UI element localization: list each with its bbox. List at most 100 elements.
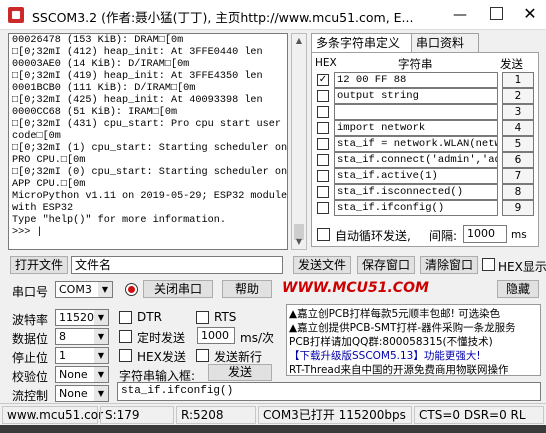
minimize-button[interactable]: — — [448, 6, 472, 24]
loop-interval-input[interactable]: 1000 — [463, 225, 507, 243]
timed-send-checkbox[interactable] — [119, 330, 132, 343]
clear-window-button[interactable]: 清除窗口 — [420, 256, 478, 274]
console-line: 00026478 (153 KiB): DRAM□[0m — [12, 35, 184, 46]
console-line: □[0;32mI (431) cpu_start: Pro cpu start … — [12, 119, 281, 130]
hex-checkbox[interactable] — [317, 202, 329, 214]
parity-select[interactable]: None ▼ — [55, 366, 109, 383]
multi-string-input[interactable] — [334, 104, 498, 120]
console-line: MicroPython v1.11 on 2019-05-29; ESP32 m… — [12, 191, 288, 202]
timed-interval-unit: ms/次 — [240, 331, 274, 345]
save-window-button[interactable]: 保存窗口 — [357, 256, 415, 274]
multi-send-button[interactable]: 5 — [502, 136, 534, 152]
hex-checkbox[interactable] — [317, 122, 329, 134]
multi-send-button[interactable]: 3 — [502, 104, 534, 120]
chevron-down-icon[interactable]: ▼ — [94, 386, 108, 401]
close-port-button[interactable]: 关闭串口 — [143, 280, 213, 298]
hex-display-checkbox[interactable] — [482, 258, 495, 271]
rts-checkbox[interactable] — [196, 311, 209, 324]
ad-link[interactable]: ▲嘉立创PCB打样每款5元顺丰包邮! 可选染色 — [289, 306, 500, 321]
scroll-up-icon[interactable]: ▲ — [292, 34, 306, 48]
ad-link[interactable]: PCB打样请加QQ群:800058315(不懂技术) — [289, 334, 493, 349]
multi-send-button[interactable]: 2 — [502, 88, 534, 104]
multi-string-input[interactable]: sta_if = network.WLAN(netwo — [334, 136, 498, 152]
multi-string-row: 3 — [314, 104, 536, 120]
console-line: □[0;32mI (412) heap_init: At 3FFE0440 le… — [12, 47, 263, 58]
auto-loop-label: 自动循环发送, — [335, 229, 411, 243]
multi-string-input[interactable]: 12 00 FF 88 — [334, 72, 498, 88]
send-input[interactable]: sta_if.ifconfig() — [117, 382, 541, 401]
port-label: 串口号 — [12, 285, 49, 299]
chevron-down-icon[interactable]: ▼ — [94, 348, 108, 363]
dtr-label: DTR — [137, 310, 162, 324]
databits-select[interactable]: 8 ▼ — [55, 328, 109, 345]
hex-checkbox[interactable] — [317, 106, 329, 118]
timed-send-label: 定时发送 — [137, 331, 186, 345]
send-button[interactable]: 发送 — [208, 364, 272, 381]
multi-string-input[interactable]: import network — [334, 120, 498, 136]
console-line: 0000CC68 (51 KiB): IRAM□[0m — [12, 107, 178, 118]
scroll-down-icon[interactable]: ▼ — [292, 235, 306, 249]
receive-console[interactable]: 00026478 (153 KiB): DRAM□[0m □[0;32mI (41… — [8, 33, 288, 250]
multi-string-row: sta_if.connect('admin','adm 6 — [314, 152, 536, 168]
parity-value: None — [59, 368, 88, 381]
flow-value: None — [59, 387, 88, 400]
ad-link[interactable]: ▲嘉立创提供PCB-SMT打样-器件采购一条龙服务 — [289, 320, 516, 335]
baud-select[interactable]: 115200 ▼ — [55, 309, 109, 326]
hex-checkbox[interactable] — [317, 154, 329, 166]
brand-link[interactable]: WWW.MCU51.COM — [282, 280, 429, 296]
multi-send-button[interactable]: 1 — [502, 72, 534, 88]
hex-checkbox[interactable] — [317, 90, 329, 102]
close-button[interactable]: ✕ — [520, 4, 540, 24]
maximize-button[interactable] — [490, 7, 503, 20]
hide-button[interactable]: 隐藏 — [497, 280, 539, 298]
help-button[interactable]: 帮助 — [222, 280, 272, 298]
multi-send-button[interactable]: 8 — [502, 184, 534, 200]
parity-label: 校验位 — [12, 370, 49, 384]
multi-string-input[interactable]: sta_if.isconnected() — [334, 184, 498, 200]
hex-checkbox[interactable] — [317, 170, 329, 182]
send-file-button[interactable]: 发送文件 — [293, 256, 351, 274]
console-line: Type "help()" for more information. — [12, 215, 226, 226]
ad-link[interactable]: RT-Thread来自中国的开源免费商用物联网操作 — [289, 362, 509, 375]
flow-select[interactable]: None ▼ — [55, 385, 109, 402]
chevron-down-icon[interactable]: ▼ — [98, 282, 112, 297]
port-select[interactable]: COM3 ▼ — [55, 281, 113, 298]
multi-string-input[interactable]: sta_if.connect('admin','adm — [334, 152, 498, 168]
multi-string-row: output string 2 — [314, 88, 536, 104]
chevron-down-icon[interactable]: ▼ — [94, 329, 108, 344]
send-newline-checkbox[interactable] — [196, 349, 209, 362]
chevron-down-icon[interactable]: ▼ — [94, 367, 108, 382]
hex-column-header: HEX — [315, 57, 337, 69]
chevron-down-icon[interactable]: ▼ — [94, 310, 108, 325]
hex-checkbox[interactable] — [317, 186, 329, 198]
app-icon — [8, 7, 24, 23]
hex-checkbox[interactable]: ✓ — [317, 74, 329, 86]
auto-loop-checkbox[interactable] — [317, 228, 330, 241]
filename-input[interactable]: 文件名 — [71, 256, 283, 274]
hex-checkbox[interactable] — [317, 138, 329, 150]
tab-multi-string[interactable]: 多条字符串定义 — [311, 33, 417, 54]
multi-string-input[interactable]: output string — [334, 88, 498, 104]
timed-interval-input[interactable]: 1000 — [197, 327, 235, 344]
multi-send-button[interactable]: 6 — [502, 152, 534, 168]
multi-send-button[interactable]: 7 — [502, 168, 534, 184]
dtr-checkbox[interactable] — [119, 311, 132, 324]
stopbits-select[interactable]: 1 ▼ — [55, 347, 109, 364]
multi-send-button[interactable]: 9 — [502, 200, 534, 216]
multi-send-button[interactable]: 4 — [502, 120, 534, 136]
ad-link[interactable]: 【下载升级版SSCOM5.13】功能更强大! — [289, 348, 481, 363]
multi-string-input[interactable]: sta_if.active(1) — [334, 168, 498, 184]
loop-interval-unit: ms — [511, 229, 527, 241]
tab-port-info[interactable]: 串口资料 — [411, 33, 479, 54]
console-scrollbar[interactable]: ▲ ▼ — [291, 33, 307, 250]
status-bar: www.mcu51.cor S:179 R:5208 COM3已打开 11520… — [0, 403, 546, 425]
multi-string-input[interactable]: sta_if.ifconfig() — [334, 200, 498, 216]
hex-display-label: HEX显示 — [498, 260, 546, 274]
multi-string-row: ✓ 12 00 FF 88 1 — [314, 72, 536, 88]
hex-send-checkbox[interactable] — [119, 349, 132, 362]
console-line: □[0;32mI (1) cpu_start: Starting schedul… — [12, 143, 288, 154]
stopbits-label: 停止位 — [12, 351, 49, 365]
ad-panel: ▲嘉立创PCB打样每款5元顺丰包邮! 可选染色 ▲嘉立创提供PCB-SMT打样-器… — [286, 304, 541, 376]
desktop-strip — [0, 425, 546, 433]
open-file-button[interactable]: 打开文件 — [10, 256, 68, 274]
